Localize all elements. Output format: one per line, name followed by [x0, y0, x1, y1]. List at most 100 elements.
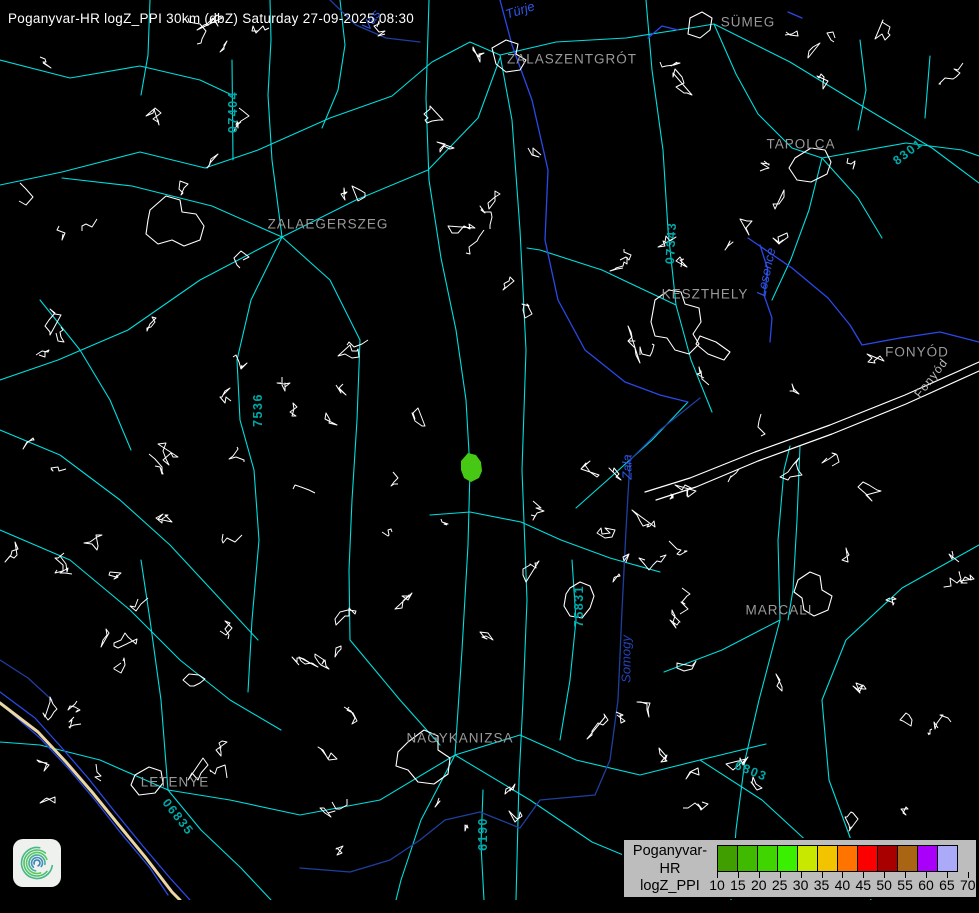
village-outline [659, 748, 667, 762]
village-outline [336, 846, 343, 855]
county-boundary-line [300, 398, 700, 872]
road-line [0, 60, 232, 95]
village-outline [69, 717, 81, 728]
road-line [858, 40, 866, 130]
village-outline [325, 413, 337, 425]
village-outline [448, 224, 475, 233]
village-outline [867, 354, 884, 363]
road-line [40, 300, 131, 450]
legend-swatch-20 [757, 845, 778, 872]
county-boundary-line [0, 660, 52, 700]
legend-swatch-40 [837, 845, 858, 872]
legend-swatch-10 [717, 845, 738, 872]
village-outline [610, 257, 627, 271]
village-outline [670, 610, 680, 628]
village-outline [158, 443, 178, 465]
village-outline [382, 529, 392, 536]
village-outline [776, 674, 782, 691]
village-outline [858, 482, 881, 501]
village-outline [785, 31, 798, 36]
village-outline [114, 658, 125, 673]
road-line [714, 24, 979, 183]
village-outline [234, 108, 249, 131]
village-outline [335, 608, 356, 625]
village-outline [480, 206, 492, 229]
village-outline [210, 765, 227, 778]
village-outline [673, 69, 692, 95]
village-outline [57, 226, 65, 240]
village-outline [669, 541, 687, 555]
legend-swatch-65 [937, 845, 958, 872]
village-outline [847, 158, 855, 169]
legend-tick-label: 55 [897, 877, 913, 893]
village-outline [95, 764, 101, 781]
town-outline [396, 730, 450, 784]
village-outline [760, 161, 769, 171]
road-line [560, 560, 576, 740]
legend-swatch-60 [917, 845, 938, 872]
road-line [282, 237, 440, 745]
village-outline [293, 485, 315, 493]
village-outline [488, 191, 500, 209]
town-outline [794, 572, 832, 616]
village-outline [51, 467, 66, 471]
village-outline [156, 514, 172, 523]
road-line [62, 178, 282, 237]
village-outline [220, 388, 231, 403]
town-outline [789, 148, 831, 182]
village-outline [473, 47, 484, 62]
village-outline [341, 188, 347, 200]
village-outline [623, 554, 629, 562]
village-outline [934, 715, 951, 729]
legend-station: Poganyvar-HR [626, 843, 714, 878]
radar-map [0, 0, 979, 900]
river-line [748, 238, 979, 345]
village-outline [875, 20, 890, 40]
village-outline [147, 317, 156, 331]
road-line [925, 56, 930, 118]
village-outline [236, 121, 241, 128]
road-line [282, 58, 500, 237]
road-line [0, 237, 282, 380]
road-line [500, 55, 527, 900]
village-outline [944, 572, 961, 587]
village-outline [683, 802, 708, 810]
village-outline [114, 633, 137, 648]
road-line [237, 237, 282, 420]
legend-tick-label: 45 [856, 877, 872, 893]
village-outline [587, 714, 608, 739]
road-line [426, 0, 470, 755]
village-outline [146, 108, 161, 125]
legend-tick-label: 15 [730, 877, 746, 893]
village-outline [101, 629, 109, 647]
legend-product: logZ_PPI [626, 878, 714, 896]
village-outline [901, 807, 908, 815]
radar-title: Poganyvar-HR logZ_PPI 30km (dbZ) Saturda… [8, 11, 414, 26]
village-outline [827, 32, 835, 42]
legend-tick-label: 60 [918, 877, 934, 893]
road-line [788, 446, 800, 620]
village-outline [697, 367, 709, 385]
shore-road-line [656, 371, 979, 500]
village-outline [37, 760, 49, 771]
village-outline [822, 453, 839, 466]
village-outline [640, 344, 654, 356]
road-line [822, 158, 882, 238]
shore-road-line [645, 362, 979, 492]
village-outline [220, 621, 232, 639]
road-line [268, 0, 282, 237]
legend-swatch-55 [897, 845, 918, 872]
village-outline [412, 408, 425, 426]
village-outline [465, 825, 468, 831]
village-outline [56, 327, 64, 342]
legend-tick-label: 40 [835, 877, 851, 893]
town-outline [146, 196, 204, 246]
village-outline [628, 326, 640, 363]
village-outline [842, 548, 849, 562]
road-line [714, 24, 822, 158]
village-outline [632, 510, 655, 527]
legend-swatch-50 [877, 845, 898, 872]
legend-tick-label: 25 [772, 877, 788, 893]
legend-swatches [717, 845, 958, 872]
road-line [168, 790, 271, 900]
